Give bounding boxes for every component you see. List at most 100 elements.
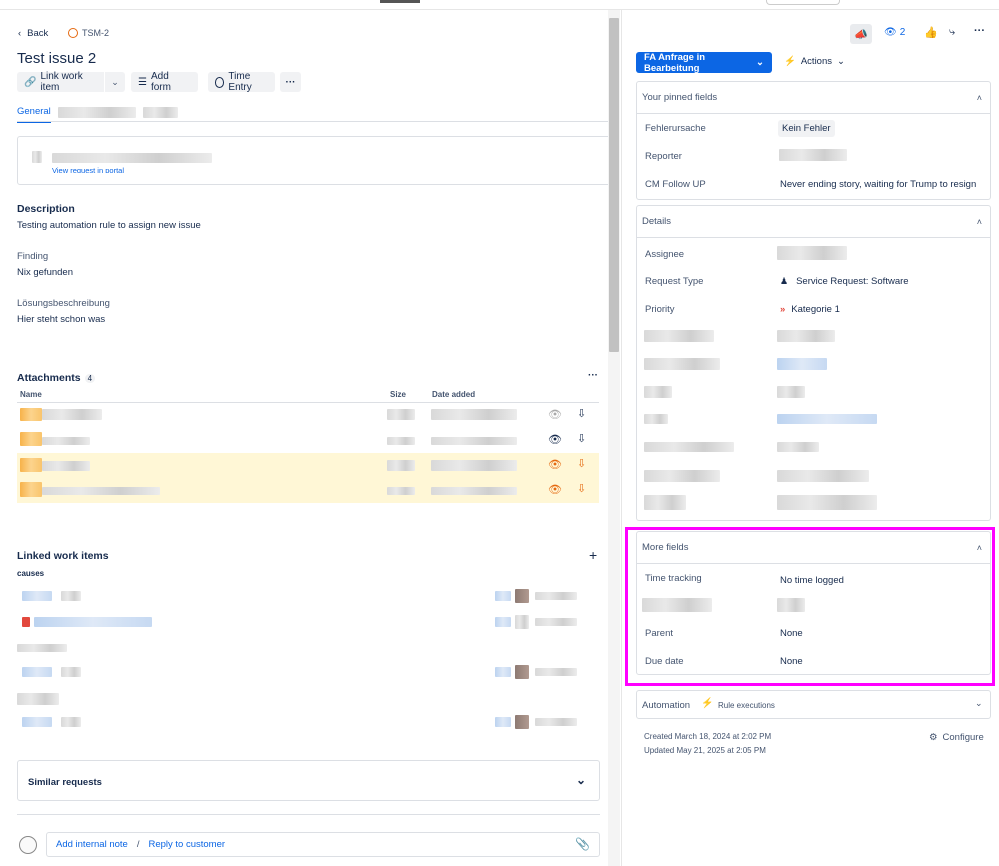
priority-blur: [495, 667, 511, 677]
top-divider: [0, 0, 999, 10]
attachments-more-icon[interactable]: ···: [588, 370, 598, 381]
key-blur: [61, 667, 81, 677]
feedback-button[interactable]: 📣: [850, 24, 872, 44]
field-value-blur[interactable]: [777, 442, 819, 452]
left-scrollbar[interactable]: [608, 10, 620, 866]
attachment-row[interactable]: 👁 ⇩: [17, 453, 599, 478]
similar-heading: Similar requests: [28, 777, 102, 788]
cm-follow-up-value[interactable]: Never ending story, waiting for Trump to…: [780, 179, 976, 190]
watch-button[interactable]: 👁 2: [884, 27, 905, 38]
file-size-blur: [387, 437, 415, 445]
eye-icon[interactable]: 👁: [548, 458, 562, 471]
avatar: [515, 665, 529, 679]
field-value-blur[interactable]: [777, 598, 805, 612]
reporter-avatar-blur: [32, 151, 42, 163]
back-link[interactable]: ‹ Back: [18, 28, 48, 39]
similar-requests-card[interactable]: Similar requests ⌄: [17, 760, 600, 801]
priority-blur: [495, 717, 511, 727]
automation-panel[interactable]: Automation ⚡ Rule executions ⌄: [636, 690, 991, 719]
status-blur: [535, 618, 577, 626]
status-blur: [535, 718, 577, 726]
time-entry-button[interactable]: Time Entry: [208, 71, 275, 93]
attachment-row[interactable]: 👁 ⇩: [17, 403, 599, 428]
parent-value[interactable]: None: [780, 628, 803, 639]
share-icon[interactable]: ⤷: [949, 26, 955, 39]
attachment-row[interactable]: 👁 ⇩: [17, 428, 599, 453]
form-icon: ☰: [138, 76, 147, 88]
more-icon[interactable]: ···: [974, 25, 985, 37]
field-value-blur[interactable]: [777, 414, 877, 424]
timer-icon: [215, 76, 225, 88]
due-date-value[interactable]: None: [780, 656, 803, 667]
parent-label: Parent: [645, 628, 673, 639]
clock-icon: [68, 28, 78, 38]
tab-blurred-2[interactable]: [143, 107, 178, 118]
linked-item-row[interactable]: [17, 662, 600, 682]
cloud-download-icon[interactable]: ⇩: [577, 407, 586, 420]
eye-icon[interactable]: 👁: [548, 483, 562, 496]
like-icon[interactable]: 👍: [924, 26, 938, 39]
actions-button[interactable]: ⚡ Actions ⌄: [784, 56, 845, 67]
due-date-label: Due date: [645, 656, 684, 667]
priority-blur: [495, 591, 511, 601]
key-blur: [61, 591, 81, 601]
status-button[interactable]: FA Anfrage in Bearbeitung ⌄: [636, 52, 772, 74]
request-type-icon: ♟: [780, 276, 789, 286]
request-type-value[interactable]: ♟ Service Request: Software: [780, 276, 909, 287]
cloud-download-icon[interactable]: ⇩: [577, 482, 586, 495]
eye-icon[interactable]: 👁: [548, 433, 562, 446]
attach-icon[interactable]: 📎: [575, 837, 590, 851]
add-internal-note-link[interactable]: Add internal note: [56, 839, 128, 850]
finding-value: Nix gefunden: [17, 267, 73, 278]
comment-box[interactable]: Add internal note / Reply to customer 📎: [46, 832, 600, 857]
comment-divider: [17, 814, 600, 815]
field-value-blur[interactable]: [777, 495, 877, 510]
tab-blurred-1[interactable]: [58, 107, 136, 118]
fehlerursache-value[interactable]: Kein Fehler: [778, 120, 835, 137]
priority-value[interactable]: » Kategorie 1: [780, 304, 840, 315]
col-date-header[interactable]: Date added: [432, 390, 475, 399]
link-work-item-button[interactable]: 🔗 Link work item: [17, 71, 104, 93]
reply-to-customer-link[interactable]: Reply to customer: [148, 839, 225, 850]
priority-highest-icon: »: [780, 304, 786, 315]
request-summary-blur: [52, 153, 212, 163]
file-icon: [20, 432, 42, 446]
assignee-value-blur[interactable]: [777, 246, 847, 260]
pinned-fields-header[interactable]: Your pinned fields ˄: [637, 82, 990, 114]
cloud-download-icon[interactable]: ⇩: [577, 432, 586, 445]
type-icon: [22, 617, 30, 627]
reporter-value-blur[interactable]: [779, 149, 847, 161]
add-link-icon[interactable]: +: [589, 547, 597, 563]
issue-key-link[interactable]: TSM-2: [68, 28, 109, 38]
field-value-blur[interactable]: [777, 330, 835, 342]
automation-heading: Automation: [642, 700, 691, 711]
col-size-header[interactable]: Size: [390, 390, 406, 399]
configure-button[interactable]: ⚙ Configure: [929, 732, 984, 743]
col-name-header[interactable]: Name: [20, 390, 42, 399]
more-actions-button[interactable]: ···: [280, 72, 301, 92]
linked-item-row[interactable]: [17, 586, 600, 606]
view-request-link[interactable]: View request in portal: [52, 166, 124, 173]
relation-label: causes: [17, 569, 45, 578]
pinned-fields-panel: Your pinned fields ˄ Fehlerursache Kein …: [636, 81, 991, 200]
time-tracking-value[interactable]: No time logged: [780, 575, 844, 586]
assignee-label: Assignee: [645, 249, 685, 260]
details-header[interactable]: Details ˄: [637, 206, 990, 238]
request-card: View request in portal: [17, 136, 612, 185]
linked-item-row[interactable]: [17, 612, 600, 632]
time-tracking-label: Time tracking: [645, 573, 702, 584]
eye-icon[interactable]: 👁: [548, 408, 562, 421]
left-scrollbar-thumb[interactable]: [609, 18, 619, 352]
field-label-blur: [644, 414, 668, 424]
field-value-blur[interactable]: [777, 358, 827, 370]
link-dropdown-button[interactable]: ⌄: [105, 72, 125, 92]
attachment-row[interactable]: 👁 ⇩: [17, 478, 599, 503]
field-value-blur[interactable]: [777, 470, 869, 482]
field-value-blur[interactable]: [777, 386, 805, 398]
cloud-download-icon[interactable]: ⇩: [577, 457, 586, 470]
linked-heading: Linked work items: [17, 550, 109, 562]
more-fields-header[interactable]: More fields ˄: [637, 532, 990, 564]
file-size-blur: [387, 487, 415, 495]
linked-item-row[interactable]: [17, 712, 600, 732]
add-form-button[interactable]: ☰ Add form: [131, 71, 198, 93]
